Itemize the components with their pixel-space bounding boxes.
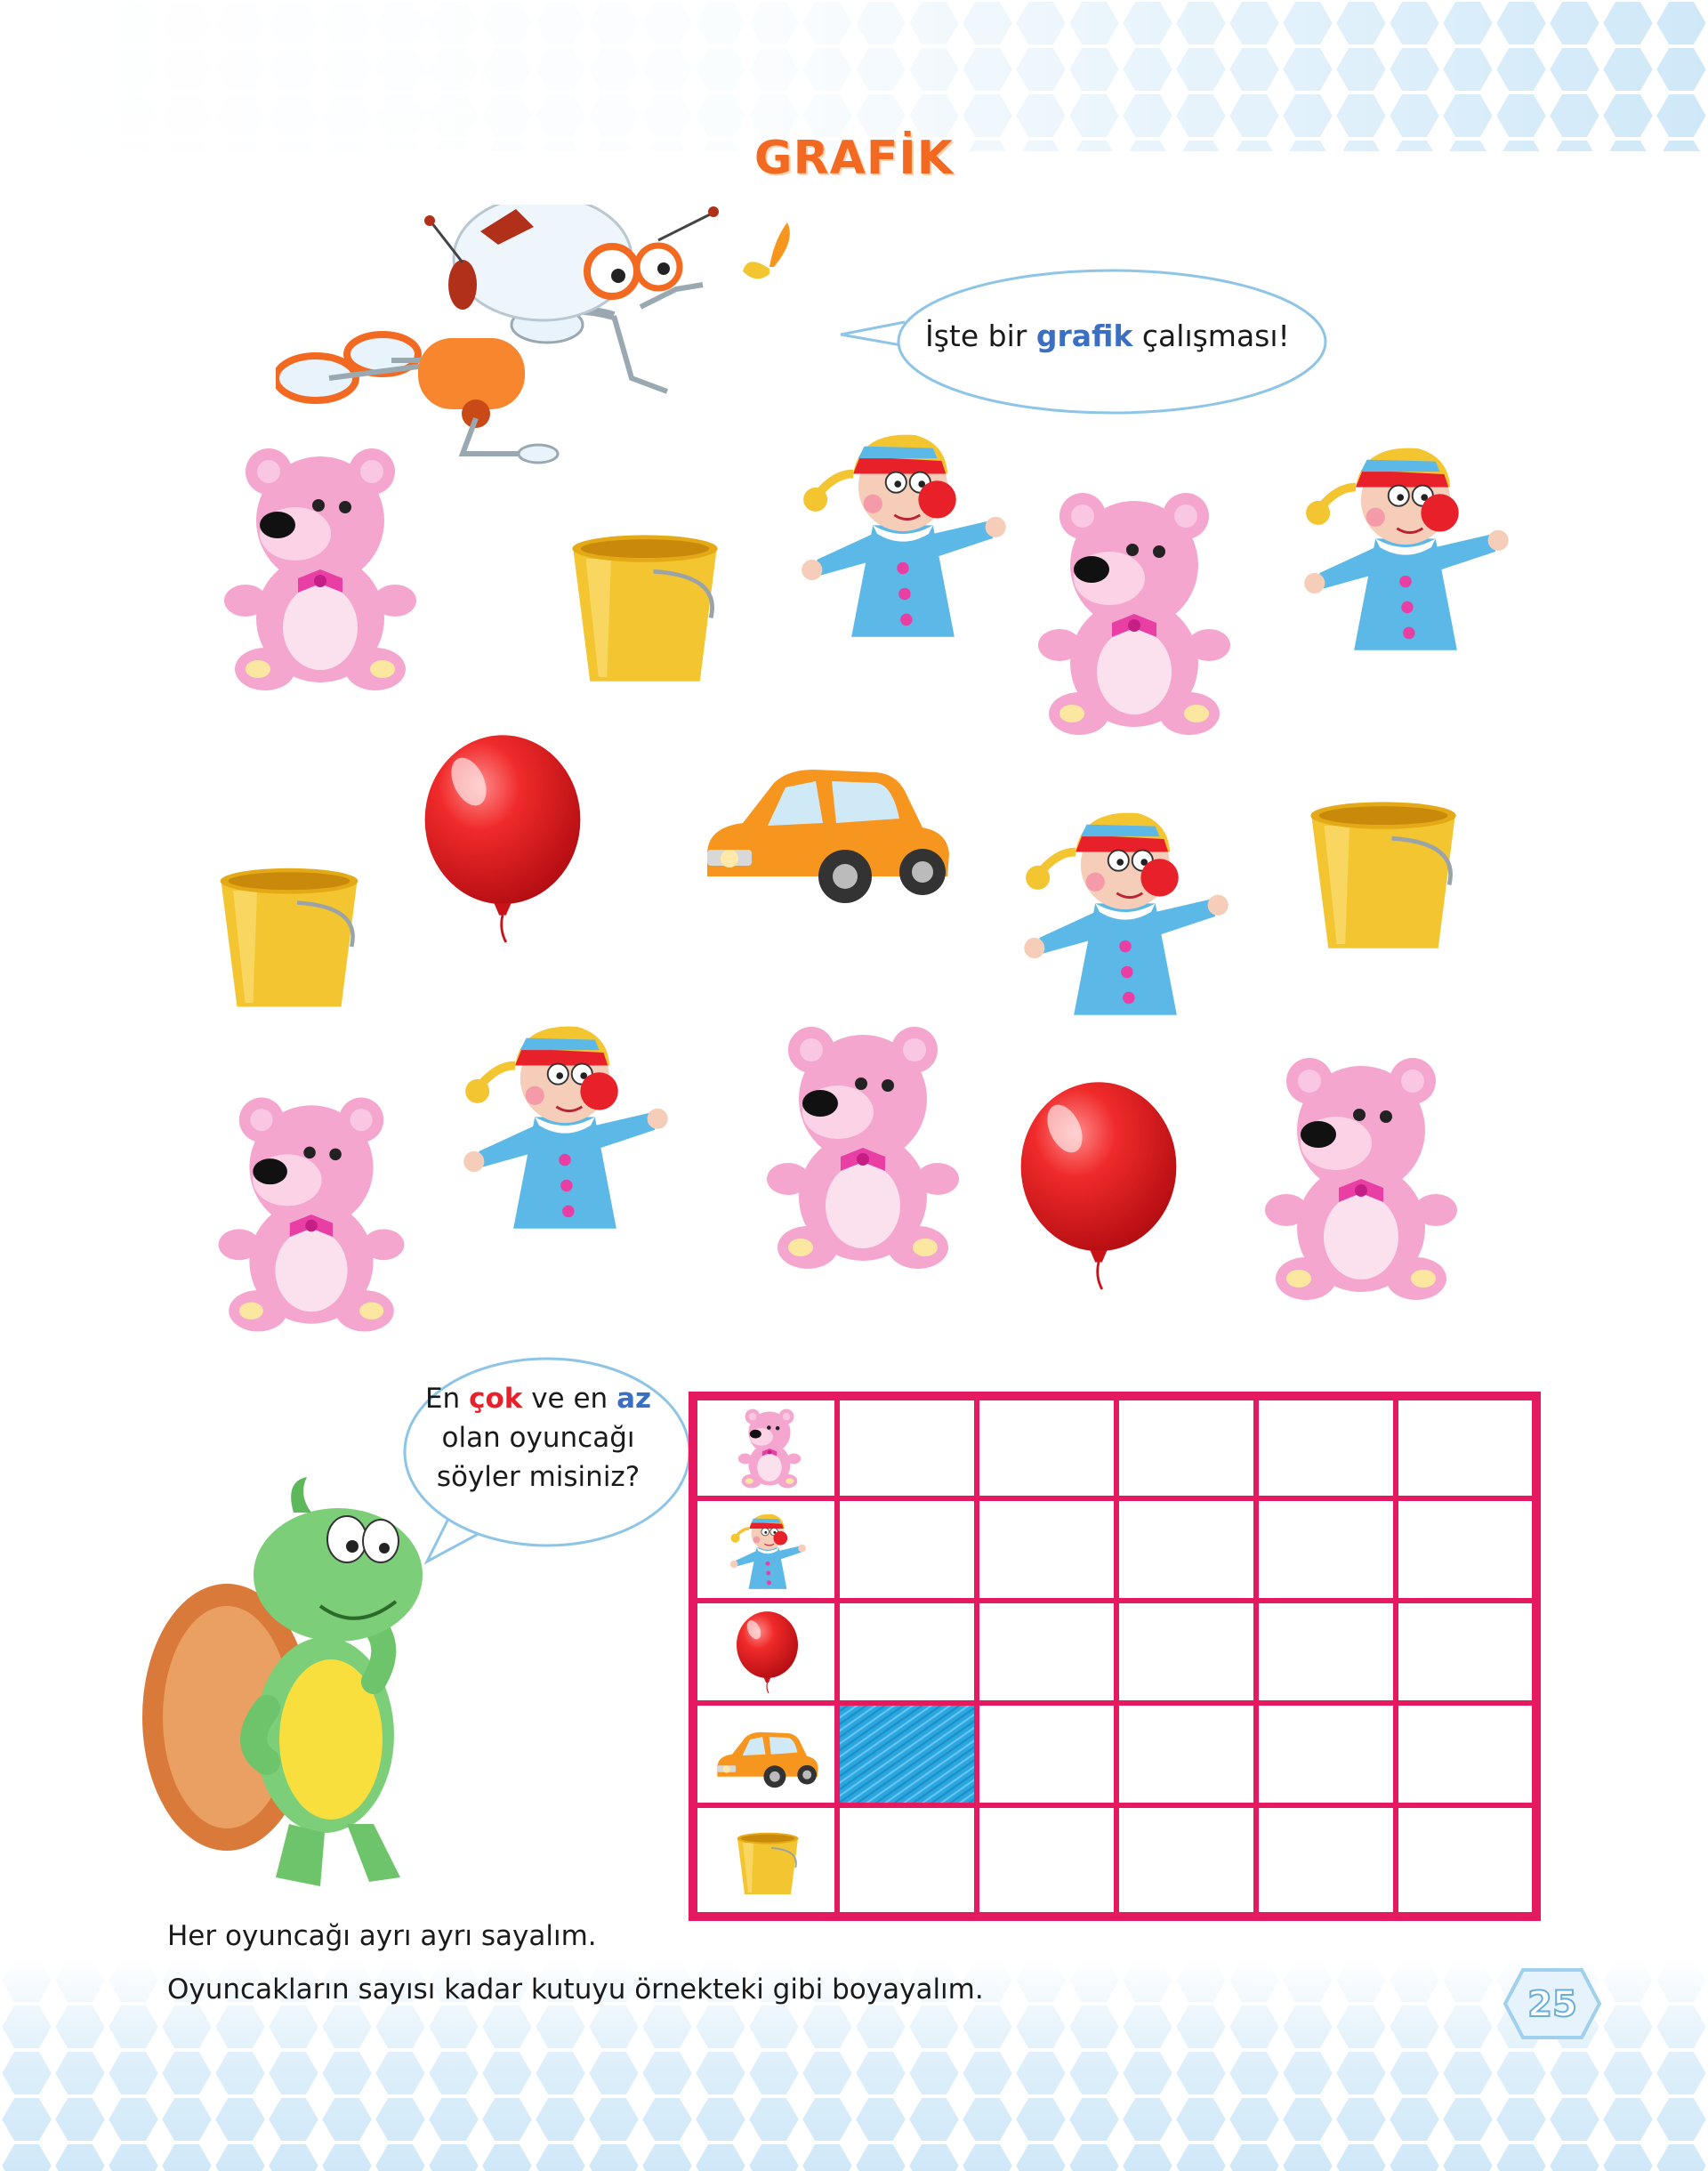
bubble-text-part: İşte bir [925, 319, 1036, 353]
page-number-badge: 25 [1503, 1968, 1601, 2039]
grid-row-icon-bucket [737, 1833, 799, 1894]
page-number: 25 [1527, 1984, 1577, 2025]
toy-teddy-bear [1241, 1045, 1481, 1312]
bubble-line: söyler misiniz? [436, 1461, 640, 1493]
toy-teddy-bear [743, 1014, 983, 1281]
grid-row-icon-clown [730, 1514, 806, 1589]
bubble-text-part: çalışması! [1132, 319, 1290, 353]
toy-balloon [418, 730, 587, 952]
toy-teddy-bear [1014, 480, 1254, 747]
toy-clown [458, 1005, 672, 1246]
toy-balloon [1014, 1077, 1183, 1299]
instruction-line-2: Oyuncakların sayısı kadar kutuyu örnekte… [167, 1973, 984, 2006]
bubble-highlight-cok: çok [469, 1383, 523, 1415]
bubble-line: En çok ve en az [400, 1379, 676, 1418]
toy-car [689, 747, 956, 925]
turtle-bubble-text: En çok ve en az olan oyuncağı söyler mis… [400, 1379, 676, 1497]
robot-bubble-text: İşte bir grafik çalışması! [925, 319, 1290, 353]
toy-clown [1299, 427, 1512, 667]
bubble-highlight-az: az [616, 1383, 652, 1415]
grid-row-icon-car [717, 1732, 818, 1788]
grid-row-icon-teddy-bear [738, 1409, 802, 1489]
instruction-line-1: Her oyuncağı ayrı ayrı sayalım. [167, 1920, 597, 1952]
page-title: GRAFİK [753, 132, 955, 185]
toy-bucket [560, 525, 729, 694]
bubble-text-part: En [424, 1383, 470, 1415]
toy-teddy-bear [196, 1086, 427, 1344]
toy-clown [796, 414, 1010, 654]
pictograph-grid [689, 1392, 1541, 1921]
bubble-text-part: ve en [522, 1383, 617, 1415]
grid-row-icon-balloon [737, 1611, 798, 1693]
toy-bucket [209, 854, 369, 1023]
bubble-line: olan oyuncağı [441, 1422, 635, 1454]
toy-bucket [1299, 792, 1468, 961]
toy-teddy-bear [200, 436, 440, 703]
top-hex-decoration [0, 0, 1708, 151]
bubble-highlight-grafik: grafik [1035, 319, 1133, 353]
toy-clown [1019, 792, 1232, 1032]
grid-fill-car-1[interactable] [837, 1703, 974, 1803]
